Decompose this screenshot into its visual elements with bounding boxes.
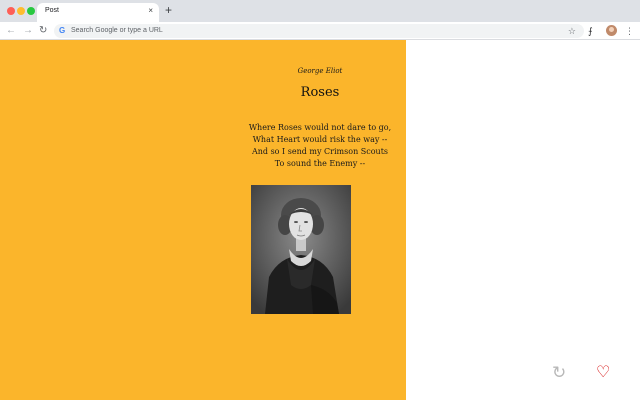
poem-line: Where Roses would not dare to go, (248, 123, 392, 132)
new-tab-button[interactable]: + (165, 4, 172, 16)
tab-post[interactable]: Post × (37, 3, 159, 22)
back-icon[interactable]: ← (6, 24, 16, 38)
address-bar[interactable]: G Search Google or type a URL ☆ (54, 24, 584, 38)
post-author: George Eliot (297, 67, 343, 75)
browser-toolbar: ← → ↻ G Search Google or type a URL ☆ (0, 22, 640, 40)
minimize-window-button[interactable] (17, 7, 25, 15)
maximize-window-button[interactable] (27, 7, 35, 15)
tab-title: Post (45, 7, 60, 14)
poem-line: To sound the Enemy -- (274, 159, 366, 168)
address-bar-placeholder: Search Google or type a URL (71, 27, 163, 34)
close-tab-icon[interactable]: × (148, 6, 153, 16)
reload-icon[interactable]: ↻ (39, 24, 47, 38)
refresh-post-icon[interactable]: ↻ (552, 364, 566, 382)
post-title: Roses (300, 85, 340, 100)
poem: Where Roses would not dare to go, What H… (230, 122, 410, 170)
google-icon: G (59, 26, 66, 35)
heart-icon[interactable]: ♡ (596, 364, 610, 382)
poem-line: What Heart would risk the way -- (252, 135, 388, 144)
post-panel: George Eliot Roses Where Roses would not… (0, 40, 406, 400)
forward-icon[interactable]: → (23, 24, 33, 38)
poem-line: And so I send my Crimson Scouts (251, 147, 389, 156)
avatar[interactable] (606, 25, 617, 36)
close-window-button[interactable] (7, 7, 15, 15)
author-portrait (251, 185, 351, 314)
browser-menu-icon[interactable]: ⋮ (625, 24, 634, 38)
extension-icon[interactable]: ⨍ (588, 24, 593, 38)
tab-strip: Post × + (0, 0, 640, 22)
bookmark-star-icon[interactable]: ☆ (568, 25, 576, 37)
